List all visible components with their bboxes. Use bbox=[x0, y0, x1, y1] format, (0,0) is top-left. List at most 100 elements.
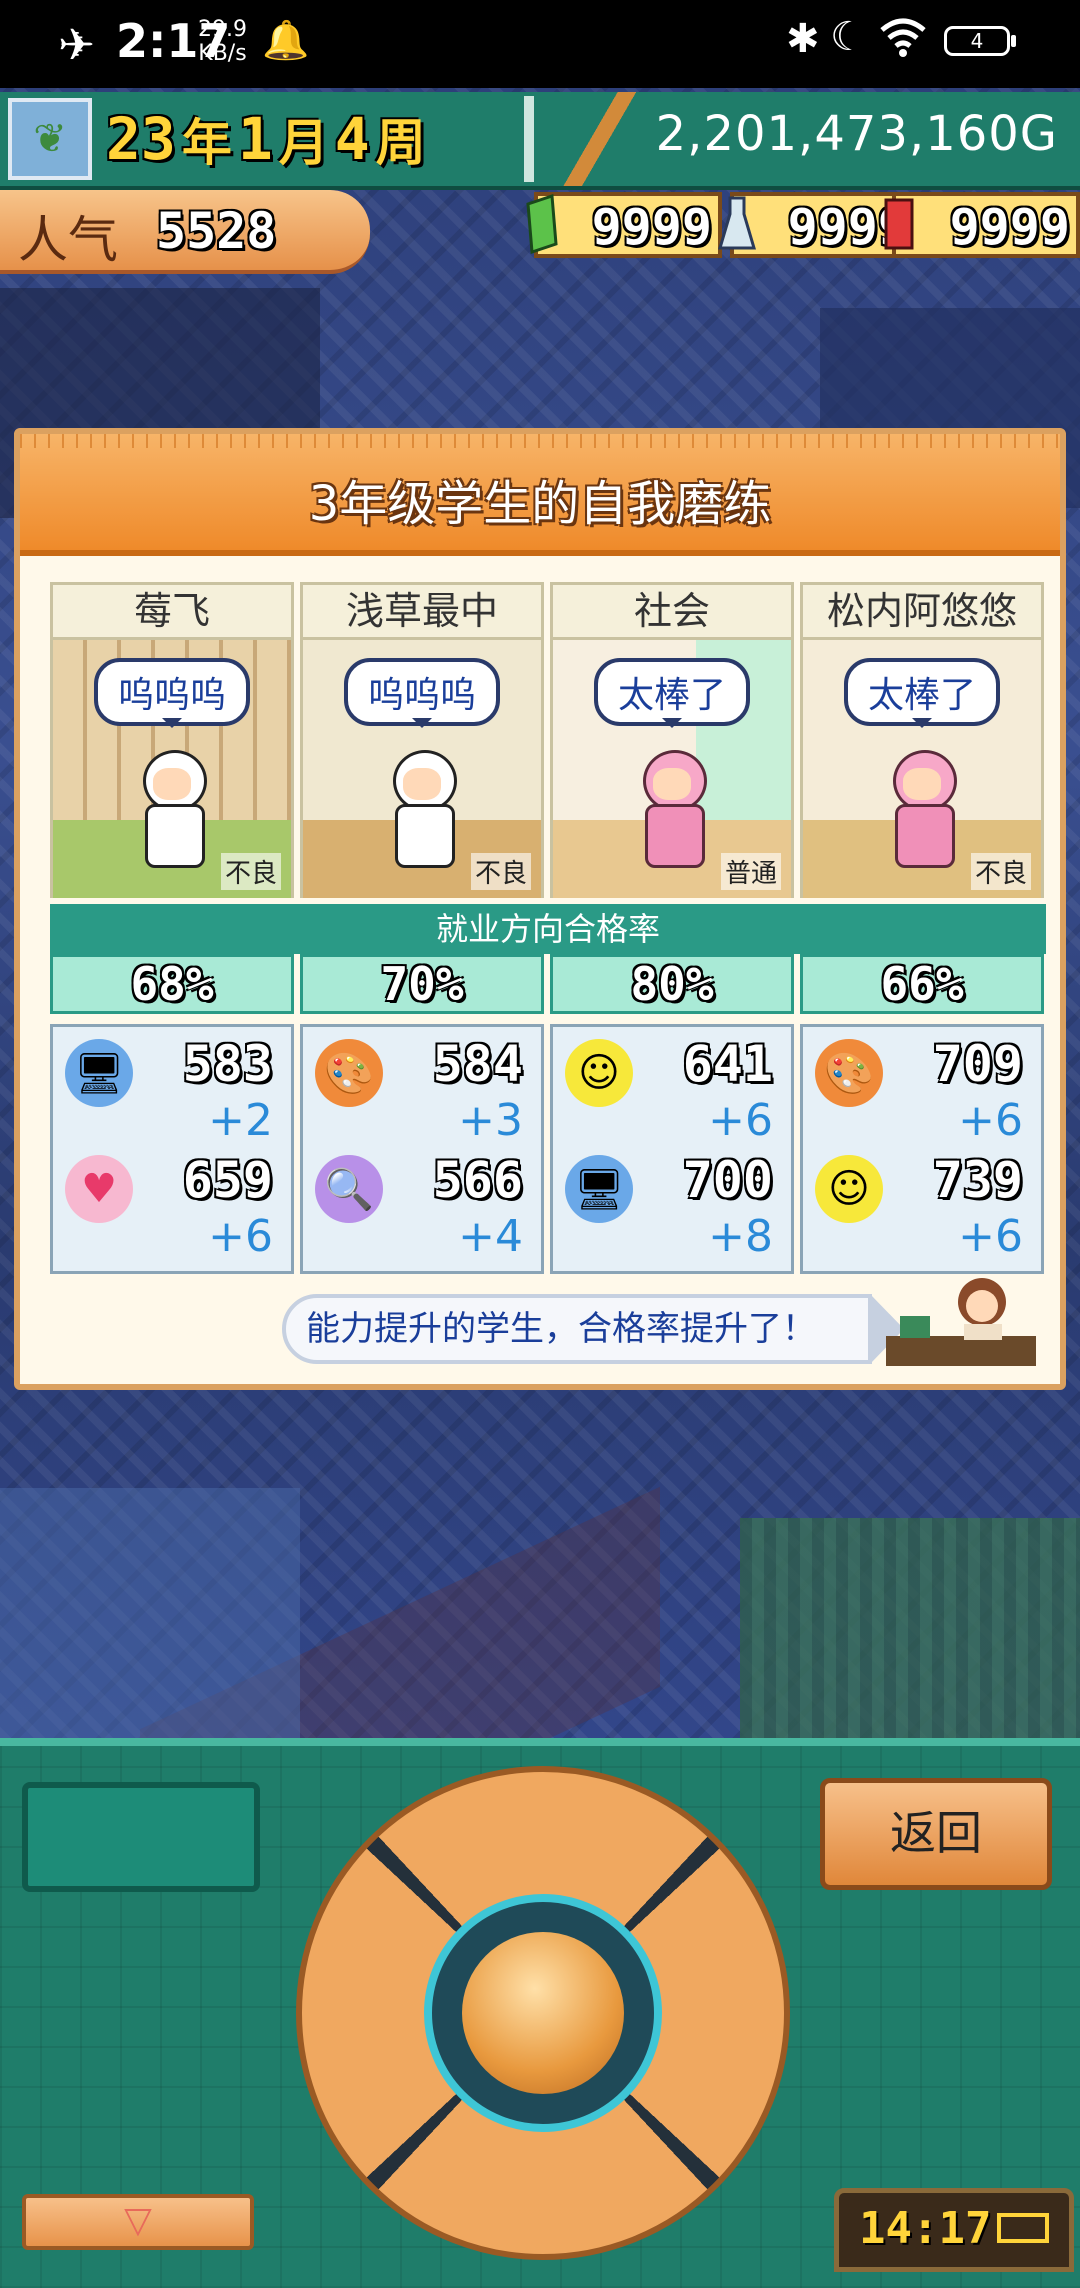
popularity-value: 5528 bbox=[156, 202, 277, 260]
student-column[interactable]: 浅草最中 呜呜呜 不良 bbox=[300, 582, 544, 898]
computer-icon: 🖥 bbox=[65, 1039, 133, 1107]
flask-icon bbox=[718, 196, 756, 250]
status-bar: ✈ 2:17 29.9 KB/s 🔔 ✱ ☾ 4 bbox=[0, 0, 1080, 88]
clock-time: 14:17 bbox=[859, 2203, 992, 2254]
stat-value: 739 bbox=[932, 1151, 1023, 1209]
stat-row: 🖥 583 +2 bbox=[53, 1031, 291, 1149]
stat-cell: 🖥 583 +2 ♥ 659 +6 bbox=[50, 1024, 294, 1274]
self-training-dialog: 3年级学生的自我磨练 莓飞 呜呜呜 不良 浅草最中 呜呜呜 不良 社会 太棒了 … bbox=[14, 428, 1066, 1390]
do-not-disturb-icon: ☾ bbox=[830, 14, 866, 60]
student-scene: 呜呜呜 不良 bbox=[50, 640, 294, 898]
pass-rate-cell: 80% bbox=[550, 954, 794, 1014]
stat-gain: +4 bbox=[458, 1211, 523, 1262]
stat-gain: +6 bbox=[958, 1211, 1023, 1262]
money-display: 2,201,473,160G bbox=[655, 106, 1058, 162]
stat-value: 659 bbox=[182, 1151, 273, 1209]
stat-value: 584 bbox=[432, 1035, 523, 1093]
direction-pad[interactable] bbox=[296, 1766, 790, 2260]
popularity-label: 人气 bbox=[18, 211, 118, 269]
speech-bubble: 呜呜呜 bbox=[93, 658, 251, 728]
season-leaf-icon: ❦ bbox=[8, 98, 92, 180]
top-hud: ❦ 23 年 1 月 4 周 2,201,473,160G bbox=[0, 92, 1080, 190]
heart-icon: ♥ bbox=[65, 1155, 133, 1223]
stat-gain: +3 bbox=[458, 1095, 523, 1146]
pass-rate-cell: 68% bbox=[50, 954, 294, 1014]
dialog-title: 3年级学生的自我磨练 bbox=[308, 476, 772, 532]
pass-rate-value: 68% bbox=[130, 957, 214, 1011]
stat-gain: +6 bbox=[958, 1095, 1023, 1146]
pass-rate-value: 66% bbox=[880, 957, 964, 1011]
game-clock: 14:17 bbox=[834, 2188, 1074, 2272]
pass-rate-value: 70% bbox=[380, 957, 464, 1011]
student-name: 浅草最中 bbox=[300, 582, 544, 640]
red-book-icon bbox=[884, 198, 914, 250]
stat-cell: 🎨 709 +6 ☺ 739 +6 bbox=[800, 1024, 1044, 1274]
scroll-down-button[interactable]: ▽ bbox=[22, 2194, 254, 2250]
stat-row: ♥ 659 +6 bbox=[53, 1147, 291, 1265]
student-grade: 不良 bbox=[470, 853, 531, 890]
smile-icon: ☺ bbox=[565, 1039, 633, 1107]
smile-icon: ☺ bbox=[815, 1155, 883, 1223]
stat-value: 583 bbox=[182, 1035, 273, 1093]
stat-value: 709 bbox=[932, 1035, 1023, 1093]
controller-panel: 返回 ▽ 14:17 bbox=[0, 1738, 1080, 2288]
stat-gain: +6 bbox=[708, 1095, 773, 1146]
stat-gain: +6 bbox=[208, 1211, 273, 1262]
dpad-center-button[interactable] bbox=[462, 1932, 624, 2094]
battery-icon: 4 bbox=[944, 26, 1016, 56]
network-speed-value: 29.9 bbox=[198, 17, 247, 42]
clock-battery-icon bbox=[997, 2213, 1049, 2243]
bluetooth-icon: ✱ bbox=[786, 16, 820, 62]
student-column[interactable]: 社会 太棒了 普通 bbox=[550, 582, 794, 898]
student-scene: 太棒了 不良 bbox=[800, 640, 1044, 898]
student-avatar bbox=[635, 750, 709, 870]
student-name: 社会 bbox=[550, 582, 794, 640]
date-year-unit: 年 bbox=[181, 114, 232, 172]
stat-cell: 🎨 584 +3 🔍 566 +4 bbox=[300, 1024, 544, 1274]
student-column[interactable]: 莓飞 呜呜呜 不良 bbox=[50, 582, 294, 898]
airplane-mode-icon: ✈ bbox=[58, 20, 95, 71]
resource-value-1: 9999 bbox=[591, 198, 712, 256]
pass-rate-value: 80% bbox=[630, 957, 714, 1011]
stat-cell: ☺ 641 +6 🖥 700 +8 bbox=[550, 1024, 794, 1274]
stat-row: ☺ 641 +6 bbox=[553, 1031, 791, 1149]
student-name: 松内阿悠悠 bbox=[800, 582, 1044, 640]
student-grade: 普通 bbox=[720, 853, 781, 890]
stat-gain: +2 bbox=[208, 1095, 273, 1146]
network-speed: 29.9 KB/s bbox=[198, 18, 247, 66]
speech-bubble: 太棒了 bbox=[593, 658, 751, 728]
stat-row: 🎨 584 +3 bbox=[303, 1031, 541, 1149]
stat-row: 🎨 709 +6 bbox=[803, 1031, 1041, 1149]
speech-bubble: 呜呜呜 bbox=[343, 658, 501, 728]
popularity-badge: 人气 5528 bbox=[0, 190, 370, 274]
network-speed-unit: KB/s bbox=[198, 41, 247, 66]
back-button[interactable]: 返回 bbox=[820, 1778, 1052, 1890]
art-easel-icon: 🎨 bbox=[815, 1039, 883, 1107]
date-month-unit: 月 bbox=[278, 114, 329, 172]
magnifier-icon: 🔍 bbox=[315, 1155, 383, 1223]
student-scene: 呜呜呜 不良 bbox=[300, 640, 544, 898]
notification-icon: 🔔 bbox=[262, 18, 310, 62]
date-week: 4 bbox=[334, 105, 370, 173]
dpad-ring bbox=[424, 1894, 662, 2132]
student-avatar bbox=[385, 750, 459, 870]
student-scene: 太棒了 普通 bbox=[550, 640, 794, 898]
date-week-unit: 周 bbox=[375, 114, 426, 172]
teacher-avatar bbox=[886, 1278, 1036, 1366]
stat-gain: +8 bbox=[708, 1211, 773, 1262]
mini-screen bbox=[22, 1782, 260, 1892]
green-pencil-icon bbox=[526, 194, 558, 254]
student-column[interactable]: 松内阿悠悠 太棒了 不良 bbox=[800, 582, 1044, 898]
stat-value: 566 bbox=[432, 1151, 523, 1209]
resource-counter-3: 9999 bbox=[884, 192, 1080, 258]
wifi-icon bbox=[880, 18, 926, 57]
down-arrow-icon: ▽ bbox=[124, 2200, 152, 2241]
advisor-message: 能力提升的学生，合格率提升了！ bbox=[282, 1294, 904, 1364]
speech-bubble: 太棒了 bbox=[843, 658, 1001, 728]
stat-value: 700 bbox=[682, 1151, 773, 1209]
stat-row: ☺ 739 +6 bbox=[803, 1147, 1041, 1265]
art-easel-icon: 🎨 bbox=[315, 1039, 383, 1107]
date-year: 23 bbox=[106, 105, 176, 173]
stat-value: 641 bbox=[682, 1035, 773, 1093]
student-grade: 不良 bbox=[220, 853, 281, 890]
